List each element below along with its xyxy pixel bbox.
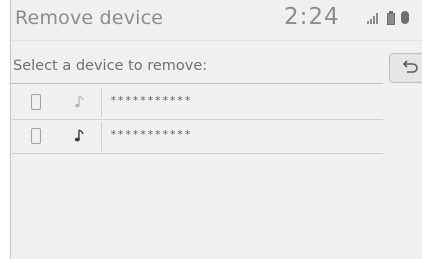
instruction-text: Select a device to remove: [13, 58, 208, 74]
battery-icon [387, 11, 395, 25]
empty-list-area [11, 154, 422, 259]
bluetooth-icon [401, 11, 409, 24]
device-name: *********** [110, 128, 192, 141]
back-button[interactable] [389, 53, 422, 83]
clock: 2:24 [284, 4, 340, 30]
device-name: *********** [110, 94, 192, 107]
music-note-icon [74, 129, 84, 142]
instruction-bar: Select a device to remove: [11, 53, 383, 84]
remove-device-screen: Remove device 2:24 Select a device to re… [10, 0, 422, 259]
row-separator [101, 88, 102, 117]
signal-icon [367, 12, 379, 24]
return-arrow-icon [402, 60, 418, 73]
row-separator [101, 122, 102, 151]
device-row[interactable]: *********** [11, 120, 383, 154]
status-icons [367, 11, 422, 28]
device-row[interactable]: *********** [11, 86, 383, 120]
phone-icon [31, 94, 41, 110]
header-divider [11, 40, 422, 41]
page-title: Remove device [15, 7, 164, 29]
music-note-icon [74, 95, 84, 108]
phone-icon [31, 128, 41, 144]
